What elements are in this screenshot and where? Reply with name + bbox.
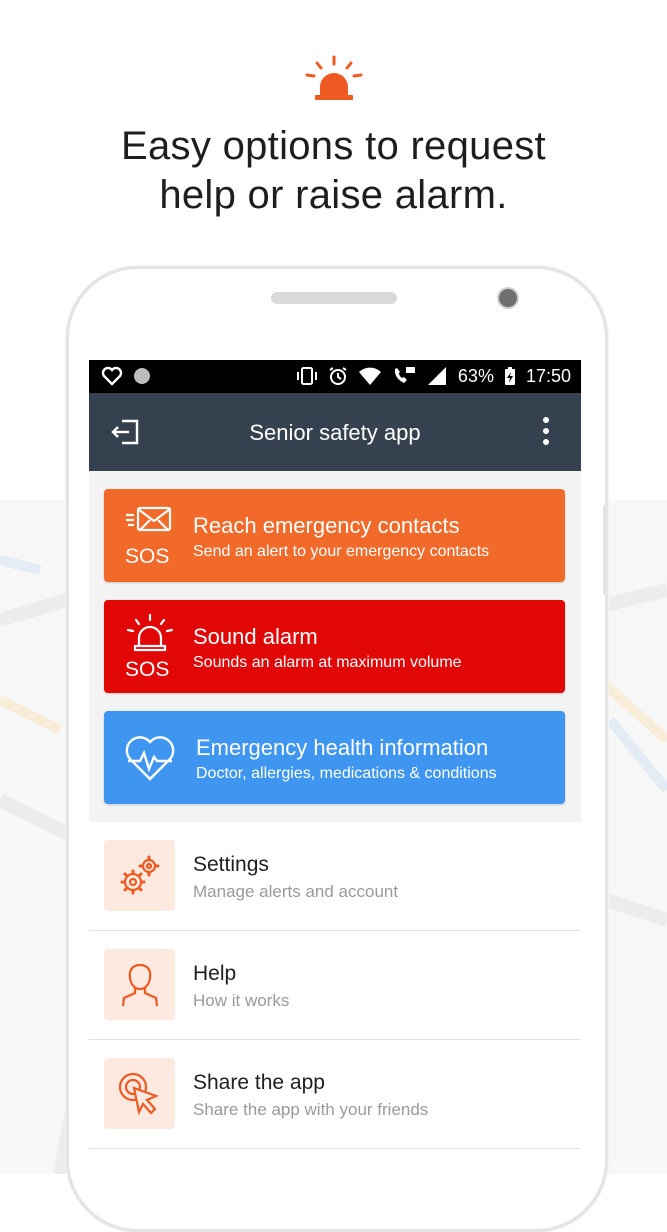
signal-icon	[427, 367, 446, 385]
volte-call-icon	[394, 367, 415, 383]
heart-pulse-icon	[125, 736, 175, 781]
card-subtitle: Sounds an alarm at maximum volume	[193, 654, 462, 671]
more-vert-icon[interactable]	[539, 415, 553, 449]
sos-label: SOS	[125, 545, 169, 568]
promo-headline: Easy options to request help or raise al…	[0, 122, 667, 220]
menu-list: Settings Manage alerts and account Help …	[89, 822, 581, 1174]
phone-speaker	[271, 292, 397, 304]
row-subtitle: How it works	[193, 991, 290, 1010]
sound-alarm-button[interactable]: SOS Sound alarm Sounds an alarm at maxim…	[104, 600, 565, 693]
reach-emergency-contacts-button[interactable]: SOS Reach emergency contacts Send an ale…	[104, 489, 565, 582]
help-row[interactable]: Help How it works	[89, 931, 581, 1040]
app-bar: Senior safety app	[89, 393, 581, 471]
battery-charging-icon	[504, 367, 515, 385]
card-title: Reach emergency contacts	[193, 513, 460, 538]
app-title: Senior safety app	[249, 420, 421, 445]
phone-screen: 63% 17:50 Senior safety app SOS Reach em…	[89, 360, 581, 1174]
alarm-clock-icon	[329, 367, 347, 385]
status-bar: 63% 17:50	[89, 360, 581, 393]
row-subtitle: Manage alerts and account	[193, 882, 399, 901]
vibrate-icon	[296, 367, 317, 385]
settings-row[interactable]: Settings Manage alerts and account	[89, 822, 581, 931]
tap-pointer-icon	[118, 1072, 159, 1116]
wifi-icon	[358, 367, 381, 385]
siren-icon	[305, 55, 363, 100]
card-title: Sound alarm	[193, 624, 318, 649]
card-subtitle: Doctor, allergies, medications & conditi…	[196, 765, 497, 782]
circle-icon	[134, 368, 150, 384]
phone-camera	[497, 287, 519, 309]
card-title: Emergency health information	[196, 735, 489, 760]
share-app-row[interactable]: Share the app Share the app with your fr…	[89, 1040, 581, 1149]
message-alert-icon: SOS	[125, 506, 172, 568]
phone-side-button	[603, 505, 607, 595]
battery-percent: 63%	[457, 366, 494, 386]
person-icon	[121, 963, 159, 1007]
emergency-health-info-button[interactable]: Emergency health information Doctor, all…	[104, 711, 565, 804]
icon-tile	[104, 949, 175, 1020]
siren-icon: SOS	[125, 614, 174, 680]
gears-icon	[120, 855, 160, 895]
headline-line-1: Easy options to request	[121, 124, 546, 168]
card-subtitle: Send an alert to your emergency contacts	[193, 543, 490, 560]
row-title: Share the app	[193, 1071, 325, 1094]
icon-tile	[104, 1058, 175, 1129]
clock-time: 17:50	[525, 366, 571, 386]
icon-tile	[104, 840, 175, 911]
heart-icon	[101, 366, 123, 386]
row-title: Help	[193, 962, 237, 985]
row-subtitle: Share the app with your friends	[193, 1100, 429, 1119]
sos-label: SOS	[125, 658, 169, 680]
row-title: Settings	[193, 853, 269, 876]
headline-line-2: help or raise alarm.	[159, 173, 508, 217]
